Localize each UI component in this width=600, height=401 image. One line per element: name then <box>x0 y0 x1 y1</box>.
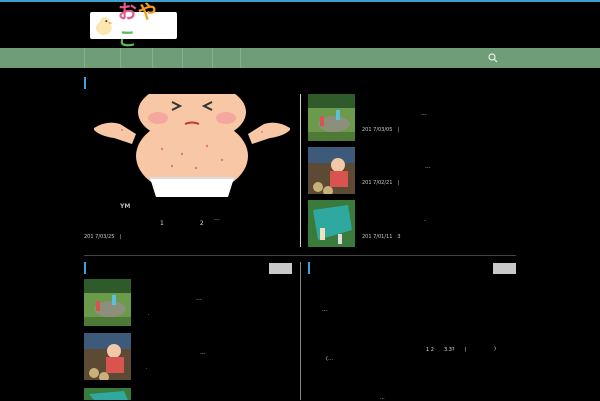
featured-title[interactable]: 1 2 <box>160 218 212 227</box>
chick-icon <box>95 16 113 35</box>
nav-item-6[interactable] <box>240 48 242 68</box>
post-thumbnail[interactable] <box>84 279 131 326</box>
nav-item-4[interactable] <box>182 48 213 68</box>
featured-category[interactable]: YM <box>120 203 130 210</box>
post-paren: ) <box>494 346 496 352</box>
column-divider <box>300 94 301 247</box>
top-accent-line <box>0 0 600 2</box>
post-numbers: 1 2 3.3? ( <box>426 347 467 353</box>
post-thumbnail[interactable] <box>84 388 131 400</box>
post-ellipsis: . <box>424 216 426 223</box>
column-divider <box>300 262 301 400</box>
nav-item-5[interactable] <box>212 48 241 68</box>
section-marker <box>84 77 86 89</box>
post-thumbnail[interactable] <box>308 147 355 194</box>
post-date: 201 7/01/11 3 <box>362 234 401 240</box>
featured-ellipsis: ... <box>214 215 220 222</box>
post-bottom-text: ... <box>380 395 385 401</box>
post-ellipsis: ... <box>322 306 328 313</box>
main-navigation <box>0 48 600 68</box>
post-date: 201 7/03/05 | <box>362 127 400 133</box>
more-button[interactable] <box>269 263 292 274</box>
post-ellipsis: ... <box>421 110 427 117</box>
section-marker <box>84 262 86 274</box>
post-ellipsis: ... <box>196 295 202 302</box>
post-mark: . <box>146 365 148 371</box>
post-thumbnail[interactable] <box>308 200 355 247</box>
nav-item-2[interactable] <box>120 48 153 68</box>
post-ellipsis: ... <box>200 349 206 356</box>
post-bracket: (… <box>326 356 333 362</box>
post-thumbnail[interactable] <box>84 333 131 380</box>
post-thumbnail[interactable] <box>308 94 355 141</box>
section-divider <box>84 255 516 256</box>
post-date: 201 7/02/21 | <box>362 180 400 186</box>
nav-item-3[interactable] <box>152 48 183 68</box>
logo-text: おやこ <box>117 0 158 50</box>
site-logo[interactable]: おやこ <box>90 1 177 50</box>
post-ellipsis: ... <box>425 163 431 170</box>
post-mark: . <box>148 311 150 317</box>
more-button[interactable] <box>493 263 516 274</box>
featured-image[interactable] <box>92 94 292 197</box>
nav-item-1[interactable] <box>84 48 121 68</box>
featured-date: 201 7/03/25 | <box>84 234 122 240</box>
section-marker <box>308 262 310 274</box>
search-icon[interactable] <box>486 51 500 65</box>
